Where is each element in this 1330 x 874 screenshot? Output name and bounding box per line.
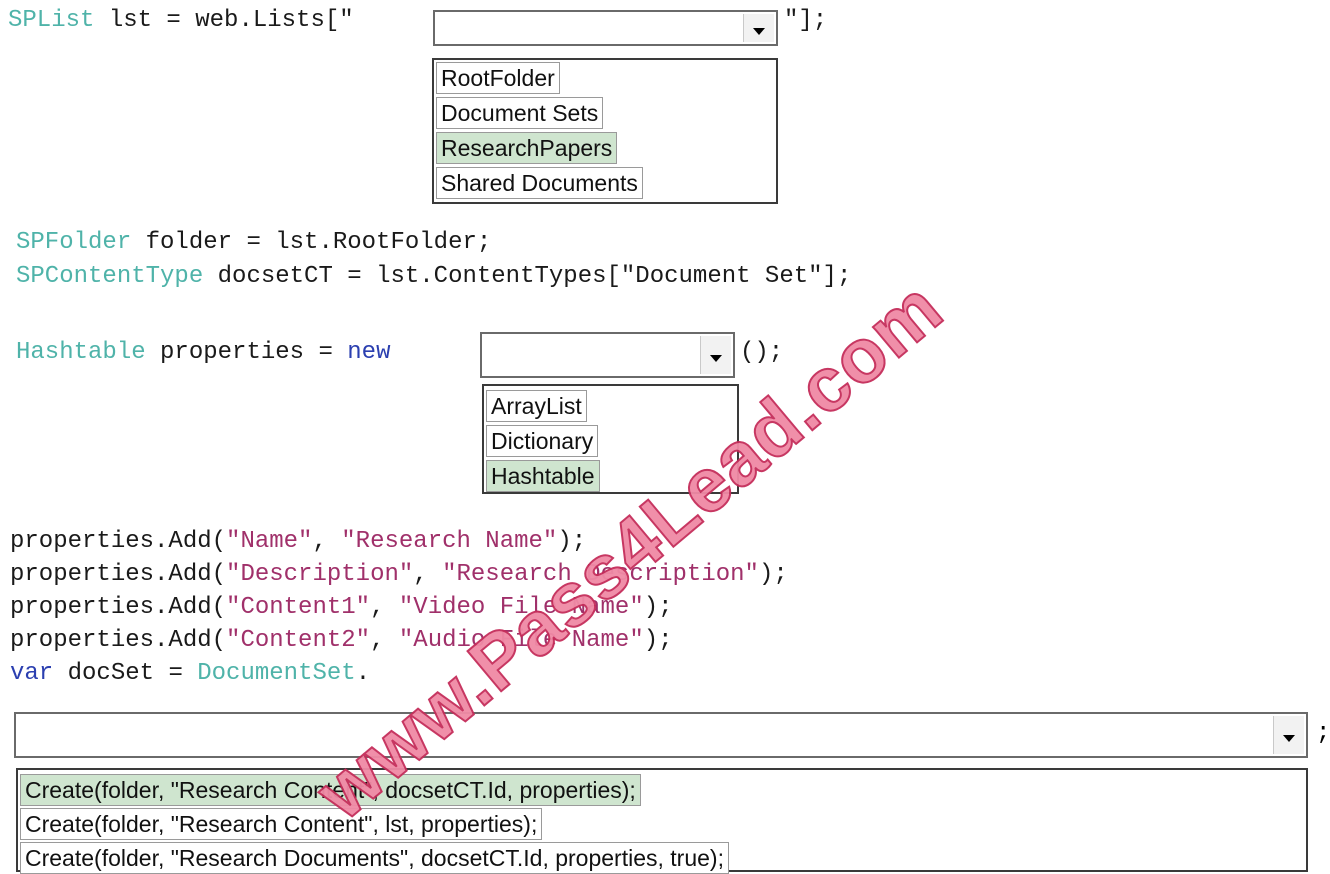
- option-hashtable[interactable]: Hashtable: [486, 460, 600, 492]
- create-method-options: Create(folder, "Research Content", docse…: [16, 768, 1308, 874]
- code-line1-end: "];: [784, 7, 828, 34]
- code-text: ,: [312, 528, 342, 555]
- lists-dropdown-options: RootFolder Document Sets ResearchPapers …: [432, 58, 778, 204]
- code-text: properties =: [145, 339, 348, 366]
- code-text: docSet =: [53, 660, 198, 687]
- code-line-splist: SPList lst = web.Lists[": [8, 6, 354, 36]
- code-text: ,: [370, 594, 399, 621]
- code-text: docsetCT = lst.ContentTypes["Document Se…: [203, 263, 852, 290]
- code-text: ,: [413, 561, 443, 588]
- collection-type-dropdown[interactable]: [480, 332, 735, 378]
- chevron-down-icon[interactable]: [1273, 716, 1304, 754]
- keyword-var: var: [10, 660, 54, 687]
- code-text: );: [643, 594, 673, 621]
- code-text: .: [355, 660, 371, 687]
- option-shared-documents[interactable]: Shared Documents: [436, 167, 643, 199]
- code-line-spcontenttype: SPContentType docsetCT = lst.ContentType…: [16, 262, 851, 292]
- code-text: folder = lst.RootFolder;: [131, 229, 492, 256]
- code-line-prop-name: properties.Add("Name", "Research Name");: [10, 527, 586, 557]
- chevron-down-icon[interactable]: [700, 336, 731, 374]
- option-create-research-content-lst[interactable]: Create(folder, "Research Content", lst, …: [20, 808, 543, 840]
- type-hashtable: Hashtable: [16, 339, 146, 366]
- code-text: );: [643, 627, 673, 654]
- code-text: properties.Add(: [10, 561, 227, 588]
- code-line-docset: var docSet = DocumentSet.: [10, 659, 370, 689]
- option-rootfolder[interactable]: RootFolder: [436, 62, 560, 94]
- option-researchpapers[interactable]: ResearchPapers: [436, 132, 618, 164]
- code-text: lst = web.Lists[": [94, 7, 354, 34]
- string-literal: "Description": [226, 561, 414, 588]
- code-text: properties.Add(: [10, 627, 227, 654]
- lists-dropdown[interactable]: [433, 10, 778, 46]
- code-line4-end: ();: [740, 339, 784, 366]
- type-spfolder: SPFolder: [16, 229, 132, 256]
- option-arraylist[interactable]: ArrayList: [486, 390, 587, 422]
- code-text: );: [758, 561, 788, 588]
- code-text: properties.Add(: [10, 594, 227, 621]
- code-line-spfolder: SPFolder folder = lst.RootFolder;: [16, 228, 491, 258]
- code-text: ,: [370, 627, 399, 654]
- type-spcontenttype: SPContentType: [16, 263, 204, 290]
- type-splist: SPList: [8, 7, 95, 34]
- string-literal: "Name": [226, 528, 313, 555]
- keyword-new: new: [347, 339, 391, 366]
- option-document-sets[interactable]: Document Sets: [436, 97, 604, 129]
- string-literal: "Research Name": [341, 528, 558, 555]
- string-literal: "Content2": [226, 627, 371, 654]
- string-literal: "Content1": [226, 594, 371, 621]
- code-semicolon: ;: [1316, 720, 1330, 747]
- type-documentset: DocumentSet: [197, 660, 356, 687]
- create-method-dropdown[interactable]: [14, 712, 1308, 758]
- code-line-hashtable: Hashtable properties = new: [16, 338, 390, 368]
- option-dictionary[interactable]: Dictionary: [486, 425, 599, 457]
- chevron-down-icon[interactable]: [743, 14, 774, 42]
- option-create-research-documents[interactable]: Create(folder, "Research Documents", doc…: [20, 842, 729, 874]
- code-text: properties.Add(: [10, 528, 227, 555]
